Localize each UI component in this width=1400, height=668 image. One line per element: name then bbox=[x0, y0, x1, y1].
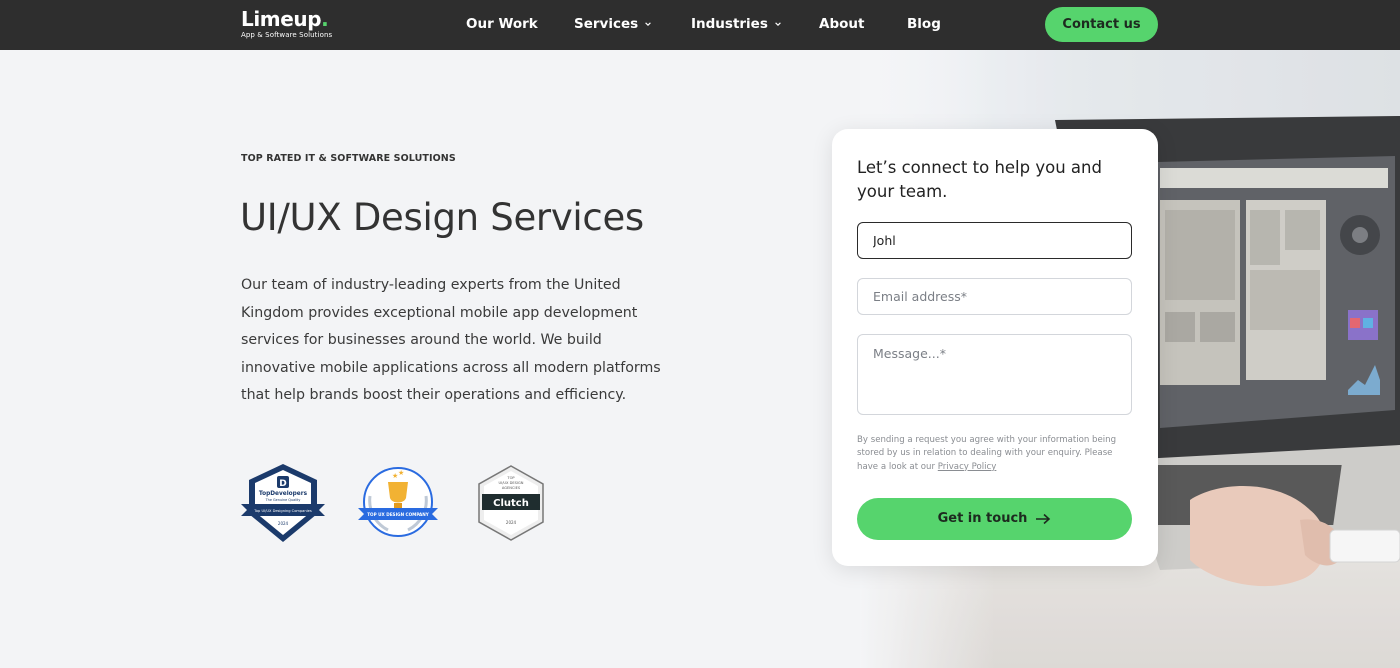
chevron-down-icon bbox=[645, 22, 651, 26]
svg-text:2024: 2024 bbox=[278, 521, 289, 526]
contact-form-card: Let’s connect to help you and your team.… bbox=[832, 129, 1158, 566]
svg-text:Top UI/UX Designing Companies: Top UI/UX Designing Companies bbox=[253, 509, 312, 513]
name-field[interactable] bbox=[857, 222, 1132, 259]
logo-wordmark: Limeup. bbox=[241, 7, 329, 31]
clutch-badge-icon: TOP UI/UX DESIGN AGENCIES Clutch 2024 bbox=[478, 465, 544, 541]
trophy-badge-icon: ★ ★ TOP UX DESIGN COMPANY bbox=[358, 467, 438, 537]
nav-item-industries[interactable]: Industries bbox=[691, 0, 782, 50]
svg-text:AGENCIES: AGENCIES bbox=[502, 486, 521, 490]
message-field[interactable] bbox=[857, 334, 1132, 415]
top-ux-design-company-badge[interactable]: ★ ★ TOP UX DESIGN COMPANY bbox=[356, 466, 440, 544]
logo-tagline: App & Software Solutions bbox=[241, 31, 333, 39]
privacy-policy-link[interactable]: Privacy Policy bbox=[938, 462, 997, 472]
clutch-badge[interactable]: TOP UI/UX DESIGN AGENCIES Clutch 2024 bbox=[476, 465, 546, 545]
hero-description: Our team of industry-leading experts fro… bbox=[241, 277, 661, 403]
svg-text:D: D bbox=[279, 479, 286, 489]
svg-text:2024: 2024 bbox=[506, 520, 517, 525]
nav-item-blog[interactable]: Blog bbox=[907, 0, 941, 50]
page-title: UI/UX Design Services bbox=[240, 196, 644, 239]
svg-text:★: ★ bbox=[398, 469, 404, 477]
get-in-touch-button[interactable]: Get in touch bbox=[857, 498, 1132, 540]
email-field[interactable] bbox=[857, 278, 1132, 315]
svg-text:TOP UX DESIGN COMPANY: TOP UX DESIGN COMPANY bbox=[367, 512, 430, 517]
nav-item-about[interactable]: About bbox=[819, 0, 864, 50]
hero-eyebrow: TOP RATED IT & SOFTWARE SOLUTIONS bbox=[241, 153, 456, 164]
topdevelopers-badge-icon: D TopDevelopers The Genuine Quality Top … bbox=[241, 464, 325, 542]
nav-item-services[interactable]: Services bbox=[574, 0, 652, 50]
contact-us-button[interactable]: Contact us bbox=[1045, 7, 1158, 42]
form-title: Let’s connect to help you and your team. bbox=[857, 158, 1102, 201]
topdevelopers-badge[interactable]: D TopDevelopers The Genuine Quality Top … bbox=[241, 462, 325, 548]
chevron-down-icon bbox=[775, 22, 781, 26]
svg-text:TopDevelopers: TopDevelopers bbox=[259, 491, 308, 497]
svg-text:Clutch: Clutch bbox=[493, 498, 529, 509]
top-navigation: Limeup. App & Software Solutions Our Wor… bbox=[0, 0, 1400, 50]
nav-item-our-work[interactable]: Our Work bbox=[466, 0, 538, 50]
consent-text: By sending a request you agree with your… bbox=[857, 435, 1117, 472]
svg-text:UI/UX DESIGN: UI/UX DESIGN bbox=[499, 481, 524, 485]
svg-text:The Genuine Quality: The Genuine Quality bbox=[265, 498, 301, 502]
arrow-right-icon bbox=[1036, 513, 1051, 524]
svg-text:TOP: TOP bbox=[506, 476, 515, 480]
logo[interactable]: Limeup. App & Software Solutions bbox=[241, 7, 332, 39]
